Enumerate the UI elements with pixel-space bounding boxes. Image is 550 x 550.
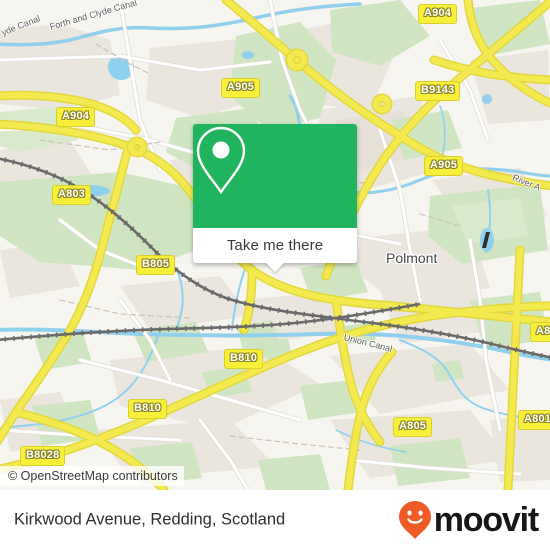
road-shield-a904-left: A904 [56,107,96,127]
footer-bar: Kirkwood Avenue, Redding, Scotland moovi… [0,490,550,550]
road-shield-a905-mid: A905 [424,156,464,176]
popup-pin-area [193,124,357,228]
road-shield-a801: A801 [518,410,550,430]
osm-attribution[interactable]: © OpenStreetMap contributors [0,466,184,486]
road-shield-b810-mid: B810 [224,349,264,369]
map-screenshot: .grn { fill:#cfe5c1; } .grn2 { fill:#d9e… [0,0,550,550]
road-shield-b805-left: B805 [136,255,176,275]
popup-cta-area[interactable]: Take me there [193,228,357,263]
map-canvas[interactable]: .grn { fill:#cfe5c1; } .grn2 { fill:#d9e… [0,0,550,490]
road-shield-a805: A805 [393,417,433,437]
road-shield-a904-top: A904 [418,4,458,24]
popup-tail [265,262,285,272]
map-pin-icon [196,126,246,195]
road-shield-a8-clipped: A8 [530,322,550,342]
road-shield-b9143: B9143 [415,81,461,101]
moovit-wordmark: moovit [433,501,539,539]
moovit-brand[interactable]: moovit [398,500,539,540]
moovit-smiley-pin-icon [398,501,431,539]
road-shield-b8028: B8028 [20,446,66,466]
location-title: Kirkwood Avenue, Redding, Scotland [14,510,286,529]
road-shield-a803: A803 [52,185,92,205]
road-shield-b810-left: B810 [128,399,168,419]
road-shield-a905-top: A905 [221,78,261,98]
location-popup-card[interactable]: Take me there [193,124,357,272]
take-me-there-label: Take me there [226,237,324,254]
